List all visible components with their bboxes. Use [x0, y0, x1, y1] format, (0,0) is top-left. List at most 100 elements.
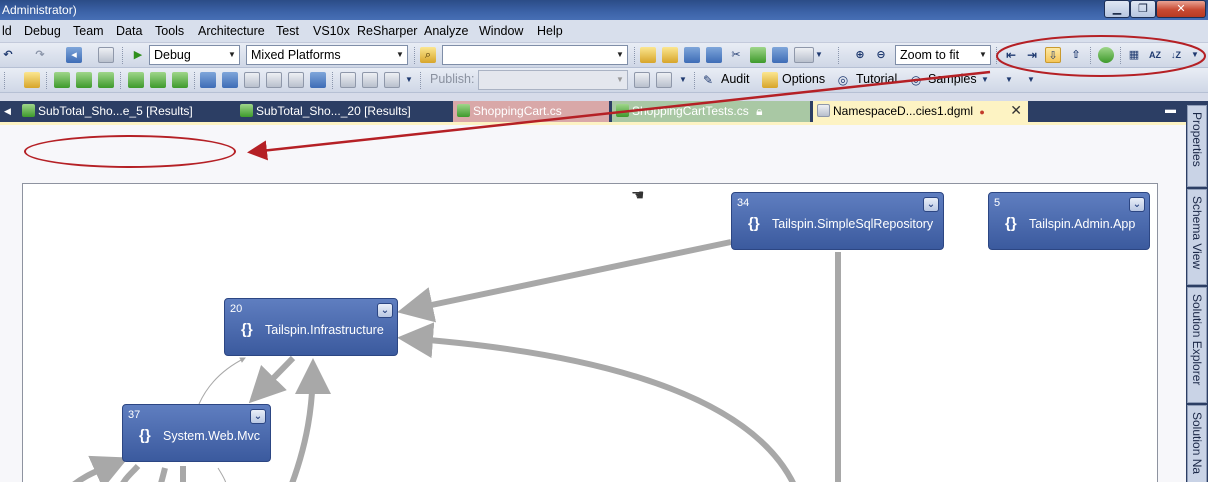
tab-scroll-left-icon[interactable]: ◀	[4, 106, 11, 117]
layout-left-to-right-icon[interactable]: ⇤	[1003, 47, 1019, 63]
side-tab-solution-explorer[interactable]: Solution Explorer	[1187, 287, 1207, 403]
expand-icon[interactable]: ⌄	[1129, 197, 1145, 212]
maximize-button[interactable]: ❐	[1130, 0, 1156, 18]
step-out-icon[interactable]	[98, 72, 114, 88]
minimize-button[interactable]: ▁	[1104, 0, 1130, 18]
menu-vs10x[interactable]: VS10x	[313, 24, 350, 38]
test-results-icon[interactable]	[222, 72, 238, 88]
publish-web-icon[interactable]	[634, 72, 650, 88]
run-tests-icon[interactable]	[128, 72, 144, 88]
chevron-down-icon[interactable]: ▼	[980, 72, 990, 88]
options-icon	[762, 72, 778, 88]
zoom-select[interactable]: Zoom to fit ▼	[895, 45, 991, 65]
samples-button[interactable]: Samples	[928, 72, 977, 86]
quick-clusters-icon[interactable]	[1098, 47, 1114, 63]
publish-settings-icon[interactable]	[656, 72, 672, 88]
chevron-down-icon[interactable]: ▼	[678, 72, 688, 88]
command-window-icon[interactable]	[794, 47, 814, 63]
navigate-forward-icon[interactable]	[98, 47, 114, 63]
tutorial-button[interactable]: Tutorial	[856, 72, 897, 86]
expand-icon[interactable]: ⌄	[250, 409, 266, 424]
layout-right-to-left-icon[interactable]: ⇥	[1024, 47, 1040, 63]
chevron-down-icon: ▼	[616, 50, 624, 59]
menu-architecture[interactable]: Architecture	[198, 24, 265, 38]
side-tab-solution-navigator[interactable]: Solution Na	[1187, 405, 1207, 482]
run-all-tests-icon[interactable]	[172, 72, 188, 88]
test-settings-icon[interactable]	[310, 72, 326, 88]
chevron-down-icon[interactable]: ▼	[404, 72, 414, 88]
expand-icon[interactable]: ⌄	[377, 303, 393, 318]
hand-cursor-icon: ☚	[631, 187, 645, 204]
side-tab-label: Solution Explorer	[1190, 294, 1204, 386]
solution-platform-select[interactable]: Mixed Platforms ▼	[246, 45, 408, 65]
menu-tools[interactable]: Tools	[155, 24, 184, 38]
menu-analyze[interactable]: Analyze	[424, 24, 468, 38]
properties-window-icon[interactable]	[662, 47, 678, 63]
extension-manager-icon[interactable]	[772, 47, 788, 63]
tab-shoppingcart-cs[interactable]: ShoppingCart.cs	[453, 101, 609, 122]
csharp-file-icon	[616, 104, 629, 117]
publish-label: Publish:	[430, 72, 475, 86]
start-debugging-icon[interactable]: ▶	[130, 47, 146, 63]
code-coverage-icon[interactable]	[266, 72, 282, 88]
menu-data[interactable]: Data	[116, 24, 142, 38]
node-system-web-mvc[interactable]: 37 {} System.Web.Mvc ⌄	[122, 404, 271, 462]
chevron-down-icon[interactable]: ▼	[1004, 72, 1014, 88]
side-tab-schema-view[interactable]: Schema View	[1187, 189, 1207, 285]
node-simplesqlrepository[interactable]: 34 {} Tailspin.SimpleSqlRepository ⌄	[731, 192, 944, 250]
chevron-down-icon[interactable]: ▼	[814, 47, 824, 63]
test-list-icon[interactable]	[200, 72, 216, 88]
find-in-files-icon[interactable]: ⌕	[420, 47, 436, 63]
node-admin-app[interactable]: 5 {} Tailspin.Admin.App ⌄	[988, 192, 1150, 250]
close-window-button[interactable]: ✕	[1156, 0, 1206, 18]
tab-list-dropdown-icon[interactable]: ▬	[1165, 104, 1176, 116]
menu-test[interactable]: Test	[276, 24, 299, 38]
find-combo[interactable]: ▼	[442, 45, 628, 65]
toolbox-icon[interactable]	[706, 47, 722, 63]
menu-window[interactable]: Window	[479, 24, 523, 38]
chevron-down-icon[interactable]: ▼	[1190, 47, 1200, 63]
undo-icon[interactable]: ↶	[0, 47, 16, 63]
menu-team[interactable]: Team	[73, 24, 104, 38]
test-view-icon[interactable]	[244, 72, 260, 88]
options-button[interactable]: Options	[782, 72, 825, 86]
close-tab-icon[interactable]: ✕	[1010, 103, 1022, 117]
object-browser-icon[interactable]	[684, 47, 700, 63]
redo-icon[interactable]: ↷	[32, 47, 48, 63]
tab-subtotal-5-results[interactable]: SubTotal_Sho...e_5 [Results]	[18, 101, 218, 122]
outdent-icon[interactable]	[362, 72, 378, 88]
step-into-icon[interactable]	[54, 72, 70, 88]
zoom-in-icon[interactable]: ⊕	[852, 47, 868, 63]
zoom-out-icon[interactable]: ⊖	[873, 47, 889, 63]
layout-bottom-to-top-icon[interactable]: ⇧	[1068, 47, 1084, 63]
node-infrastructure[interactable]: 20 {} Tailspin.Infrastructure ⌄	[224, 298, 398, 356]
graph-canvas[interactable]: 34 {} Tailspin.SimpleSqlRepository ⌄ 5 {…	[22, 183, 1158, 482]
start-page-icon[interactable]	[750, 47, 766, 63]
solution-explorer-icon[interactable]	[640, 47, 656, 63]
tools-icon[interactable]: ✂	[728, 47, 744, 63]
test-impact-icon[interactable]	[288, 72, 304, 88]
menu-help[interactable]: Help	[537, 24, 563, 38]
audit-button[interactable]: Audit	[721, 72, 750, 86]
navigate-backward-icon[interactable]: ◂	[66, 47, 82, 63]
chevron-down-icon[interactable]: ▼	[1026, 72, 1036, 88]
layout-top-to-bottom-icon[interactable]: ⇩	[1045, 47, 1061, 63]
solution-configuration-select[interactable]: Debug ▼	[149, 45, 240, 65]
tab-namespace-dependencies-dgml[interactable]: NamespaceD...cies1.dgml ● ✕	[813, 101, 1028, 122]
sort-az-icon[interactable]: AZ	[1147, 47, 1163, 63]
menu-debug[interactable]: Debug	[24, 24, 61, 38]
step-over-icon[interactable]	[76, 72, 92, 88]
sort-descending-icon[interactable]: ↓Z	[1168, 47, 1184, 63]
publish-profile-select[interactable]: ▼	[478, 70, 628, 90]
tab-shoppingcarttests-cs[interactable]: ShoppingCartTests.cs 🔒︎	[612, 101, 810, 122]
indent-icon[interactable]	[340, 72, 356, 88]
debug-tests-icon[interactable]	[150, 72, 166, 88]
side-tab-properties[interactable]: Properties	[1187, 105, 1207, 187]
tab-subtotal-20-results[interactable]: SubTotal_Sho..._20 [Results]	[236, 101, 446, 122]
view-code-icon[interactable]	[24, 72, 40, 88]
expand-icon[interactable]: ⌄	[923, 197, 939, 212]
menu-resharper[interactable]: ReSharper	[357, 24, 417, 38]
comment-icon[interactable]	[384, 72, 400, 88]
dependency-matrix-icon[interactable]: ▦	[1126, 47, 1142, 63]
menu-build[interactable]: ld	[2, 24, 12, 38]
